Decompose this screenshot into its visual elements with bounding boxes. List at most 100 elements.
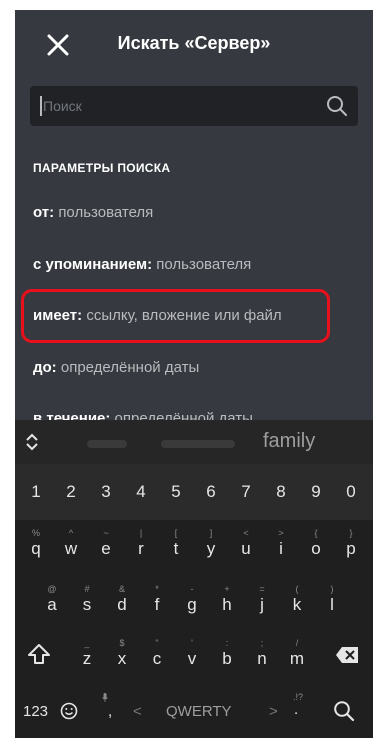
key-u[interactable]: < u (230, 528, 262, 559)
option-key: до: (33, 359, 57, 376)
key-label: g (187, 595, 197, 614)
key-0[interactable]: 0 (336, 482, 366, 502)
text-cursor (40, 96, 42, 116)
key-label: u (241, 539, 251, 558)
key-q[interactable]: % q (20, 528, 52, 559)
key-label: r (138, 539, 144, 558)
key-7[interactable]: 7 (231, 482, 261, 502)
key-w[interactable]: ^ w (55, 528, 87, 559)
key-c[interactable]: " c (141, 638, 173, 669)
key-3[interactable]: 3 (91, 482, 121, 502)
key-6[interactable]: 6 (196, 482, 226, 502)
key-k[interactable]: (k (281, 584, 313, 615)
key-label: a (47, 595, 57, 614)
period-label: . (294, 701, 299, 718)
period-key[interactable]: .!? . (293, 692, 303, 718)
key-label: j (260, 595, 264, 614)
key-i[interactable]: > i (265, 528, 297, 559)
option-key: от: (33, 204, 55, 221)
key-label: e (101, 539, 111, 558)
option-before[interactable]: до: определённой даты (33, 359, 199, 376)
key-5[interactable]: 5 (161, 482, 191, 502)
shift-icon[interactable] (27, 642, 51, 666)
emoji-icon[interactable] (60, 702, 78, 720)
key-label: w (64, 539, 78, 558)
key-label: n (257, 649, 267, 668)
key-s[interactable]: # s (71, 584, 103, 615)
key-8[interactable]: 8 (266, 482, 296, 502)
key-label: i (279, 539, 283, 558)
key-sub: & (118, 584, 125, 594)
key-2[interactable]: 2 (56, 482, 86, 502)
key-f[interactable]: * f (141, 584, 173, 615)
key-sub: : (225, 638, 229, 648)
key-9[interactable]: 9 (301, 482, 331, 502)
backspace-icon[interactable] (335, 646, 359, 664)
key-sub: _ (84, 638, 90, 648)
key-sub: ) (330, 584, 334, 594)
search-icon[interactable] (333, 700, 355, 722)
key-r[interactable]: | r (125, 528, 157, 559)
key-n[interactable]: ; n (246, 638, 278, 669)
key-sub: ( (295, 584, 299, 594)
key-label: f (154, 595, 160, 614)
key-4[interactable]: 4 (126, 482, 156, 502)
key-x[interactable]: $ x (106, 638, 138, 669)
key-1[interactable]: 1 (21, 482, 51, 502)
highlight-outline (21, 289, 330, 343)
key-label: c (152, 649, 162, 668)
key-label: p (346, 539, 356, 558)
key-label: o (311, 539, 321, 558)
key-label: v (187, 649, 197, 668)
key-sub: ' (191, 638, 193, 648)
key-label: z (82, 649, 92, 668)
key-sub: { (314, 528, 318, 538)
option-value: пользователя (58, 204, 154, 221)
suggestion-word[interactable]: family (263, 430, 315, 453)
key-label: s (82, 595, 92, 614)
key-label: y (206, 539, 216, 558)
key-sub: } (349, 528, 353, 538)
key-m[interactable]: / m (281, 638, 313, 669)
expand-toggle-icon[interactable] (25, 432, 39, 452)
key-label: k (292, 595, 302, 614)
key-g[interactable]: -g (176, 584, 208, 615)
key-h[interactable]: + h (211, 584, 243, 615)
key-b[interactable]: :b (211, 638, 243, 669)
comma-key[interactable]: , (102, 693, 113, 720)
key-sub: < (243, 528, 249, 538)
key-p[interactable]: } p (335, 528, 367, 559)
search-input[interactable]: Поиск (30, 86, 358, 126)
search-params-heading: ПАРАМЕТРЫ ПОИСКА (33, 161, 171, 175)
key-e[interactable]: ~ e (90, 528, 122, 559)
comma-label: , (108, 703, 113, 720)
option-from[interactable]: от: пользователя (33, 204, 153, 221)
key-o[interactable]: {o (300, 528, 332, 559)
key-label: x (117, 649, 127, 668)
left-arrow: < (133, 703, 142, 720)
page-title: Искать «Сервер» (117, 33, 271, 53)
key-label: m (289, 649, 305, 668)
key-t[interactable]: [t (160, 528, 192, 559)
number-row: 1 2 3 4 5 6 7 8 9 0 (15, 464, 373, 520)
key-v[interactable]: ' v (176, 638, 208, 669)
key-z[interactable]: _ z (71, 638, 103, 669)
key-l[interactable]: ) l (316, 584, 348, 615)
numbers-toggle-key[interactable]: 123 (23, 703, 48, 720)
key-label: b (222, 649, 232, 668)
search-icon[interactable] (326, 95, 348, 117)
option-value: определённой даты (60, 359, 200, 376)
key-label: d (117, 595, 127, 614)
key-sub: ] (209, 528, 213, 538)
key-j[interactable]: = j (246, 584, 278, 615)
key-label: t (173, 539, 179, 558)
key-a[interactable]: @ a (36, 584, 68, 615)
key-d[interactable]: & d (106, 584, 138, 615)
key-sub: " (155, 638, 159, 648)
key-y[interactable]: ] y (195, 528, 227, 559)
key-label: q (31, 539, 41, 558)
key-sub: % (31, 528, 40, 538)
key-sub: * (155, 584, 159, 594)
option-mentions[interactable]: с упоминанием: пользователя (33, 256, 251, 273)
space-bar[interactable]: QWERTY (166, 703, 232, 720)
